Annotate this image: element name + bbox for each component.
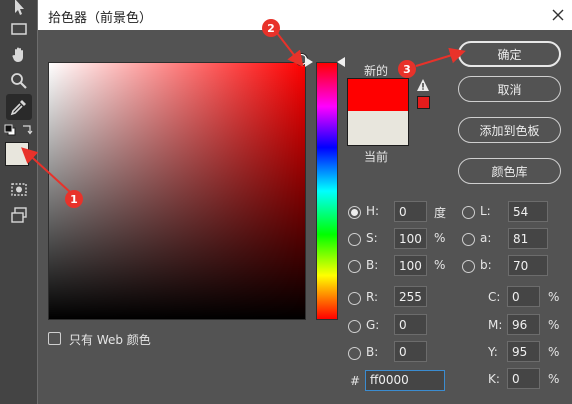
lab-b-label: b: bbox=[480, 258, 492, 272]
warning-icon[interactable] bbox=[416, 78, 430, 92]
ok-button[interactable]: 确定 bbox=[458, 41, 561, 67]
new-color-swatch bbox=[347, 78, 409, 113]
hex-input[interactable]: ff0000 bbox=[365, 370, 445, 391]
magenta-unit: % bbox=[548, 318, 560, 332]
lab-a-label: a: bbox=[480, 231, 492, 245]
add-to-swatches-button[interactable]: 添加到色板 bbox=[458, 117, 561, 143]
blue-input[interactable]: 0 bbox=[394, 341, 427, 362]
lab-l-label: L: bbox=[480, 204, 491, 218]
red-input[interactable]: 255 bbox=[394, 286, 427, 307]
brightness-input[interactable]: 100 bbox=[394, 255, 427, 276]
saturation-radio[interactable] bbox=[348, 233, 361, 246]
red-radio[interactable] bbox=[348, 292, 361, 305]
blue-label: B: bbox=[366, 345, 379, 359]
hex-label: # bbox=[350, 374, 361, 388]
brightness-unit: % bbox=[434, 258, 446, 272]
saturation-label: S: bbox=[366, 231, 378, 245]
red-label: R: bbox=[366, 290, 379, 304]
green-radio[interactable] bbox=[348, 320, 361, 333]
yellow-unit: % bbox=[548, 345, 560, 359]
green-label: G: bbox=[366, 318, 380, 332]
close-icon bbox=[552, 9, 564, 21]
screen-mode-icon[interactable] bbox=[6, 202, 32, 228]
web-colors-only-label: 只有 Web 颜色 bbox=[69, 333, 151, 347]
current-color-label: 当前 bbox=[364, 150, 389, 164]
hue-unit: 度 bbox=[434, 206, 447, 220]
lab-a-radio[interactable] bbox=[462, 233, 475, 246]
default-colors-icon[interactable] bbox=[4, 124, 16, 136]
cyan-unit: % bbox=[548, 290, 560, 304]
black-label: K: bbox=[488, 372, 500, 386]
green-input[interactable]: 0 bbox=[394, 314, 427, 335]
brightness-radio[interactable] bbox=[348, 260, 361, 273]
swap-colors-icon[interactable] bbox=[21, 123, 33, 135]
foreground-color-swatch[interactable] bbox=[5, 142, 29, 166]
new-color-label: 新的 bbox=[364, 64, 389, 78]
lab-b-input[interactable]: 70 bbox=[508, 255, 548, 276]
color-picker-dialog: 拾色器（前景色） 新的 当前 确定 取消 添加到色板 颜色库 H: 0 度 S:… bbox=[37, 0, 572, 404]
quick-mask-icon[interactable] bbox=[6, 176, 32, 202]
close-button[interactable] bbox=[548, 5, 568, 25]
hue-slider[interactable] bbox=[316, 62, 338, 320]
yellow-label: Y: bbox=[488, 345, 498, 359]
blue-radio[interactable] bbox=[348, 347, 361, 360]
hand-icon[interactable] bbox=[6, 42, 32, 68]
saturation-brightness-field[interactable] bbox=[48, 62, 306, 320]
hue-slider-handle-right[interactable] bbox=[337, 57, 345, 67]
saturation-unit: % bbox=[434, 231, 446, 245]
title-bar: 拾色器（前景色） bbox=[38, 0, 572, 30]
current-color-swatch[interactable] bbox=[347, 111, 409, 146]
magenta-input[interactable]: 96 bbox=[507, 314, 540, 335]
cyan-input[interactable]: 0 bbox=[507, 286, 540, 307]
color-libraries-button[interactable]: 颜色库 bbox=[458, 158, 561, 184]
lab-l-radio[interactable] bbox=[462, 206, 475, 219]
hue-radio[interactable] bbox=[348, 206, 361, 219]
web-colors-only-checkbox[interactable] bbox=[48, 332, 61, 345]
hue-label: H: bbox=[366, 204, 380, 218]
black-input[interactable]: 0 bbox=[507, 368, 540, 389]
zoom-icon[interactable] bbox=[6, 68, 32, 94]
eyedropper-icon[interactable] bbox=[6, 94, 32, 120]
tools-panel bbox=[0, 0, 38, 404]
annotation-badge-3: 3 bbox=[398, 60, 416, 78]
hue-slider-handle-left[interactable] bbox=[305, 57, 313, 67]
hue-input[interactable]: 0 bbox=[394, 201, 427, 222]
rectangle-marquee-icon[interactable] bbox=[6, 16, 32, 42]
cancel-button[interactable]: 取消 bbox=[458, 76, 561, 102]
out-of-gamut-swatch[interactable] bbox=[417, 96, 430, 109]
magenta-label: M: bbox=[488, 318, 503, 332]
lab-b-radio[interactable] bbox=[462, 260, 475, 273]
black-unit: % bbox=[548, 372, 560, 386]
lab-l-input[interactable]: 54 bbox=[508, 201, 548, 222]
yellow-input[interactable]: 95 bbox=[507, 341, 540, 362]
lab-a-input[interactable]: 81 bbox=[508, 228, 548, 249]
dialog-title: 拾色器（前景色） bbox=[48, 11, 153, 26]
annotation-badge-1: 1 bbox=[65, 190, 83, 208]
saturation-input[interactable]: 100 bbox=[394, 228, 427, 249]
annotation-badge-2: 2 bbox=[262, 19, 280, 37]
brightness-label: B: bbox=[366, 258, 379, 272]
cyan-label: C: bbox=[488, 290, 501, 304]
